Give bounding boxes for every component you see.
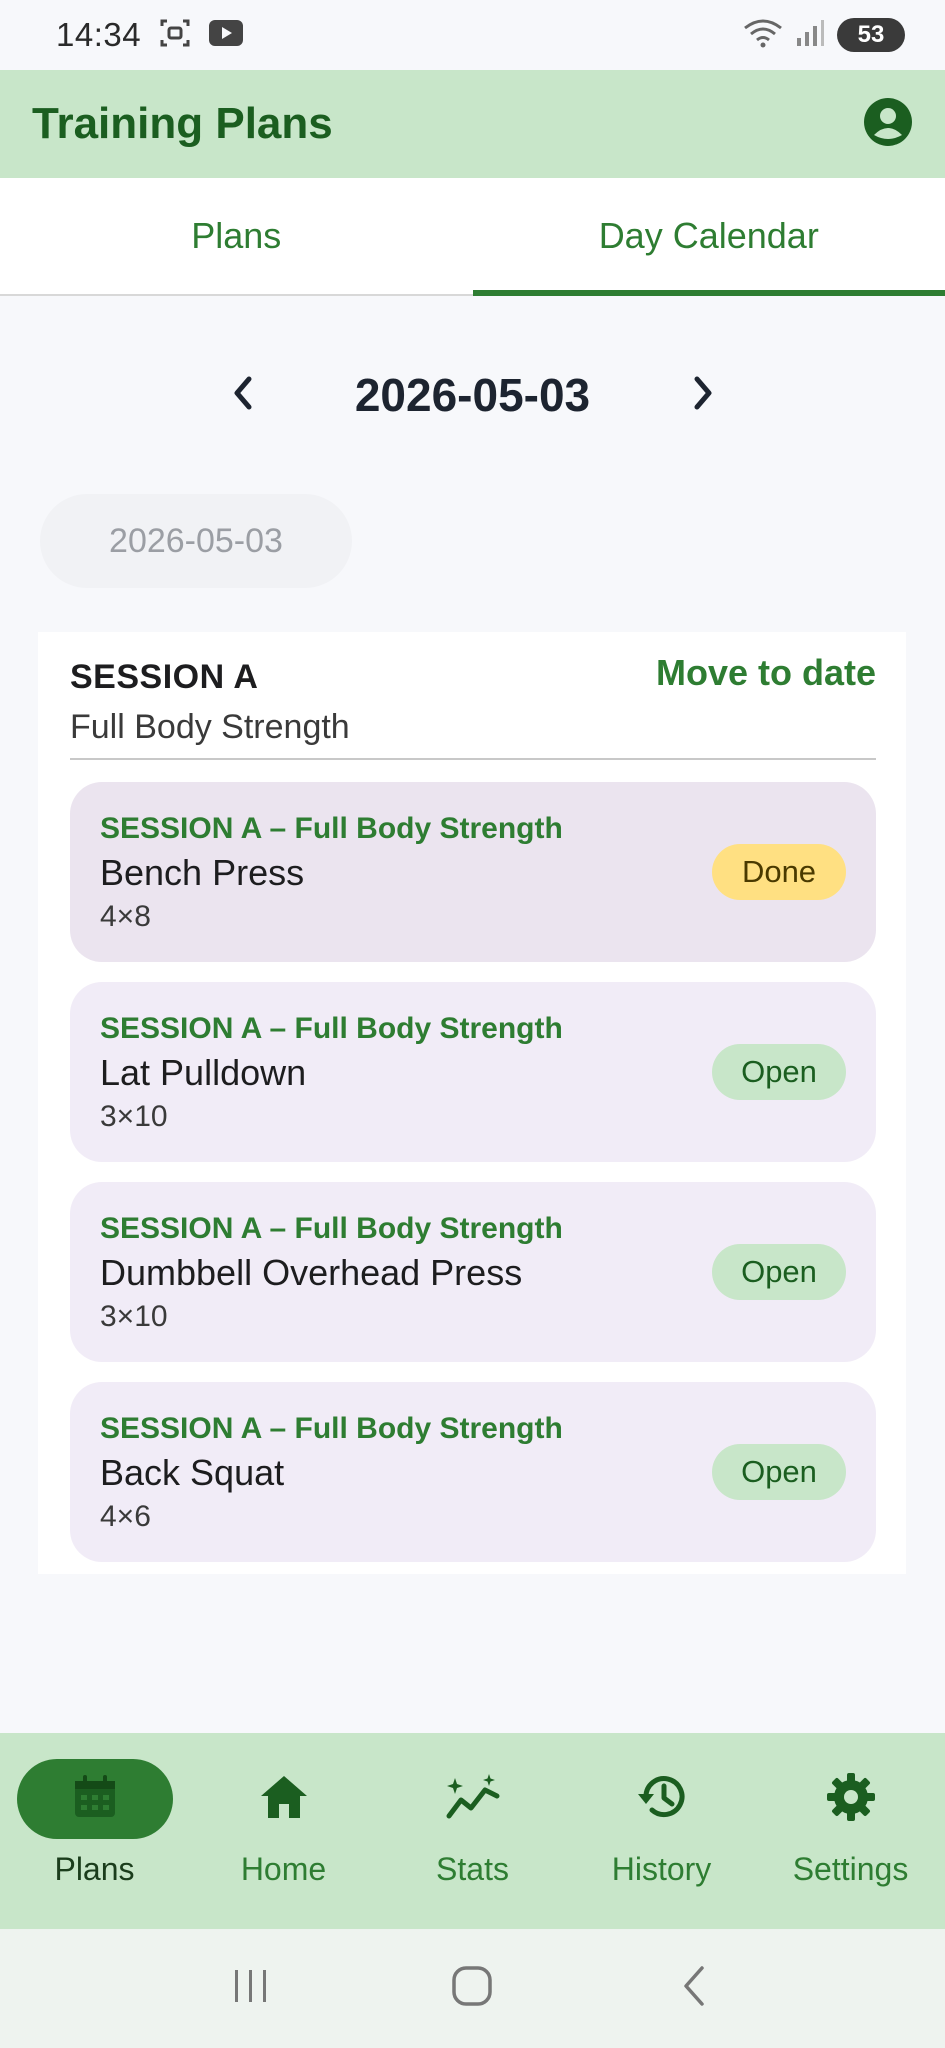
account-icon[interactable] — [863, 97, 913, 152]
exercise-session-label: SESSION A – Full Body Strength — [100, 1412, 563, 1445]
home-icon — [259, 1774, 309, 1825]
back-button[interactable] — [654, 1949, 734, 2029]
status-right: 53 — [743, 18, 905, 53]
date-navigator: 2026-05-03 — [0, 350, 945, 440]
exercise-item[interactable]: SESSION A – Full Body Strength Dumbbell … — [70, 1182, 876, 1362]
exercise-sets: 3×10 — [100, 1300, 168, 1333]
home-system-button[interactable] — [432, 1949, 512, 2029]
exercise-session-label: SESSION A – Full Body Strength — [100, 1012, 563, 1045]
exercise-item[interactable]: SESSION A – Full Body Strength Bench Pre… — [70, 782, 876, 962]
session-name: SESSION A — [70, 658, 259, 696]
tab-day-calendar[interactable]: Day Calendar — [472, 178, 945, 296]
calendar-icon — [71, 1773, 119, 1826]
session-card: SESSION A Full Body Strength Move to dat… — [38, 632, 906, 1574]
exercise-sets: 4×6 — [100, 1500, 151, 1533]
exercise-name: Back Squat — [100, 1452, 285, 1493]
status-time: 14:34 — [56, 16, 142, 53]
nav-item-plans[interactable]: Plans — [0, 1733, 189, 1929]
status-badge[interactable]: Open — [712, 1044, 846, 1100]
divider — [70, 758, 876, 760]
date-chip[interactable]: 2026-05-03 — [40, 494, 352, 588]
app-bar: Training Plans — [0, 70, 945, 178]
recent-apps-icon — [231, 1966, 271, 2011]
bottom-navigation: Plans Home Stats History Settings — [0, 1733, 945, 1929]
exercise-name: Lat Pulldown — [100, 1052, 307, 1093]
signal-icon — [795, 18, 825, 53]
nav-icon-container — [206, 1759, 362, 1839]
session-description: Full Body Strength — [70, 708, 350, 746]
home-circle-icon — [450, 1964, 494, 2013]
page-title: Training Plans — [32, 99, 333, 148]
history-icon — [636, 1772, 688, 1827]
nav-icon-container — [773, 1759, 929, 1839]
nav-icon-container — [395, 1759, 551, 1839]
nav-label: Plans — [54, 1851, 135, 1887]
nav-label: Stats — [436, 1851, 509, 1887]
battery-indicator: 53 — [837, 18, 905, 52]
gear-icon — [826, 1772, 876, 1827]
move-to-date-button[interactable]: Move to date — [656, 652, 876, 694]
nav-item-home[interactable]: Home — [189, 1733, 378, 1929]
status-badge[interactable]: Open — [712, 1244, 846, 1300]
youtube-icon — [209, 19, 244, 51]
chevron-left-icon — [229, 375, 257, 416]
next-day-button[interactable] — [673, 365, 733, 425]
screenshot-icon — [159, 18, 191, 53]
nav-label: Home — [240, 1851, 327, 1887]
previous-day-button[interactable] — [213, 365, 273, 425]
exercise-sets: 4×8 — [100, 900, 151, 933]
system-navigation-bar — [0, 1929, 945, 2048]
wifi-icon — [743, 18, 783, 53]
exercise-session-label: SESSION A – Full Body Strength — [100, 812, 563, 845]
nav-item-settings[interactable]: Settings — [756, 1733, 945, 1929]
exercise-name: Dumbbell Overhead Press — [100, 1252, 523, 1293]
nav-icon-container — [16, 1759, 173, 1839]
session-header: SESSION A Full Body Strength Move to dat… — [70, 644, 876, 774]
nav-item-history[interactable]: History — [567, 1733, 756, 1929]
tab-bar: Plans Day Calendar — [0, 178, 945, 296]
back-arrow-icon — [678, 1964, 710, 2013]
exercise-item[interactable]: SESSION A – Full Body Strength Lat Pulld… — [70, 982, 876, 1162]
exercise-sets: 3×10 — [100, 1100, 168, 1133]
nav-label: History — [611, 1851, 712, 1887]
status-badge[interactable]: Open — [712, 1444, 846, 1500]
nav-icon-container — [584, 1759, 740, 1839]
status-left: 14:34 — [56, 16, 244, 54]
nav-item-stats[interactable]: Stats — [378, 1733, 567, 1929]
exercise-session-label: SESSION A – Full Body Strength — [100, 1212, 563, 1245]
recent-apps-button[interactable] — [211, 1949, 291, 2029]
chevron-right-icon — [689, 375, 717, 416]
current-date: 2026-05-03 — [354, 369, 591, 421]
tab-plans[interactable]: Plans — [0, 178, 473, 294]
exercise-name: Bench Press — [100, 852, 305, 893]
status-badge[interactable]: Done — [712, 844, 846, 900]
stats-icon — [445, 1772, 501, 1827]
nav-label: Settings — [792, 1851, 909, 1887]
status-bar: 14:34 53 — [0, 0, 945, 70]
exercise-item[interactable]: SESSION A – Full Body Strength Back Squa… — [70, 1382, 876, 1562]
exercise-list: SESSION A – Full Body Strength Bench Pre… — [70, 782, 876, 1582]
